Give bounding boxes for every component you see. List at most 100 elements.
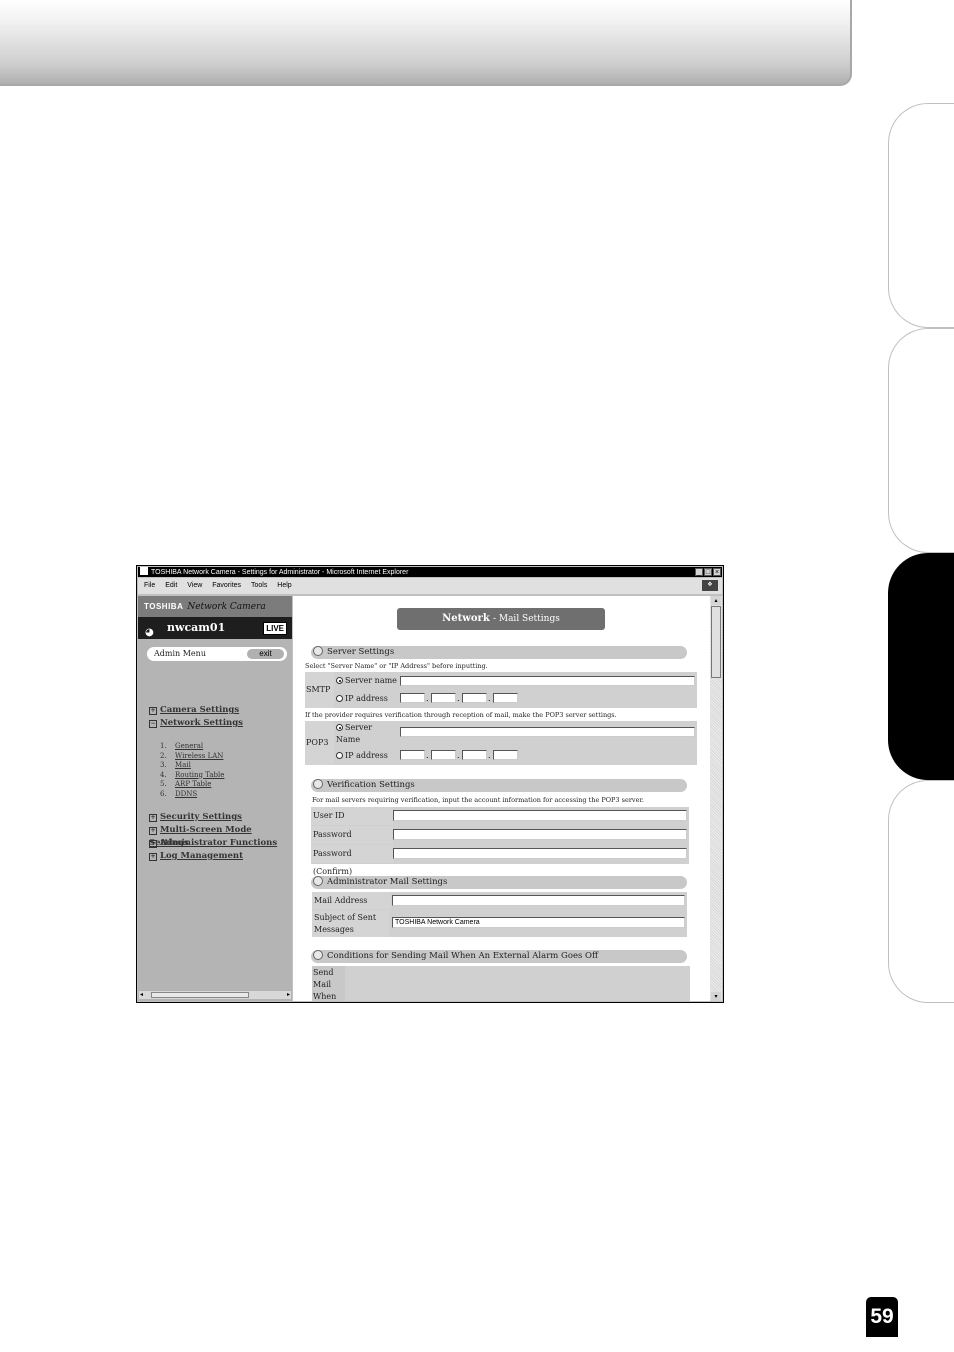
password-label: Password [311, 826, 393, 844]
menu-tools[interactable]: Tools [251, 582, 267, 589]
smtp-ip-address-option[interactable]: IP address [336, 694, 388, 703]
chapter-tab-4 [888, 780, 954, 1003]
expand-icon[interactable]: + [149, 814, 157, 822]
page-number: 59 [866, 1297, 898, 1337]
expand-icon[interactable]: + [149, 827, 157, 835]
server-settings-header: Server Settings [311, 646, 687, 659]
pop3-server-option[interactable]: Server [336, 723, 372, 732]
submenu-item-general[interactable]: 1. General [160, 742, 224, 752]
radio-unselected-icon[interactable] [336, 752, 343, 759]
scrollbar-thumb[interactable] [711, 606, 721, 678]
menu-help[interactable]: Help [277, 582, 291, 589]
settings-content: Network - Mail Settings Server Settings … [293, 596, 711, 1001]
alarm-conditions-header: Conditions for Sending Mail When An Exte… [311, 950, 687, 963]
expand-icon[interactable]: + [149, 707, 157, 715]
submenu-item-arp-table[interactable]: 5. ARP Table [160, 780, 224, 790]
minimize-button[interactable]: _ [695, 568, 703, 576]
windows-logo-icon: ❖ [702, 580, 718, 591]
smtp-label: SMTP [305, 672, 334, 708]
password-confirm-input[interactable] [393, 848, 687, 859]
live-button[interactable]: LIVE [263, 622, 287, 635]
menu-security-settings[interactable]: + Security Settings [149, 811, 242, 824]
alarm-conditions-box [312, 966, 690, 1001]
ip-separator: . [488, 751, 491, 760]
chapter-tab-3-active [888, 553, 954, 780]
verification-note: For mail servers requiring verification,… [312, 796, 644, 804]
collapse-icon[interactable]: − [149, 720, 157, 728]
brand-bar: TOSHIBA Network Camera [138, 596, 292, 617]
scrollbar-thumb[interactable] [151, 992, 249, 998]
ip-separator: . [488, 694, 491, 703]
expand-icon[interactable]: + [149, 840, 157, 848]
close-button[interactable]: × [713, 568, 721, 576]
menu-edit[interactable]: Edit [165, 582, 177, 589]
pop3-ip-octet-3[interactable] [462, 750, 487, 760]
pop3-name-label: Name [336, 735, 361, 744]
section-bullet-icon [313, 876, 323, 886]
submenu-item-wireless-lan[interactable]: 2. Wireless LAN [160, 752, 224, 762]
sidebar-horizontal-scrollbar[interactable]: ◂ ▸ [139, 991, 291, 999]
menu-view[interactable]: View [187, 582, 202, 589]
submenu-item-mail[interactable]: 3. Mail [160, 761, 224, 771]
smtp-ip-octet-1[interactable] [400, 693, 425, 703]
submenu-item-ddns[interactable]: 6. DDNS [160, 790, 224, 800]
ip-separator: . [426, 694, 429, 703]
content-vertical-scrollbar[interactable]: ▴ ▾ [710, 596, 722, 1001]
camera-name: nwcam01 [167, 621, 226, 634]
mail-address-input[interactable] [392, 895, 685, 906]
section-bullet-icon [313, 950, 323, 960]
network-submenu: 1. General 2. Wireless LAN 3. Mail 4. Routin… [160, 742, 224, 799]
window-title: TOSHIBA Network Camera - Settings for Ad… [151, 569, 409, 576]
pop3-ip-octet-1[interactable] [400, 750, 425, 760]
ip-separator: . [457, 694, 460, 703]
admin-menu-bar: Admin Menu exit [147, 647, 287, 661]
ie-app-icon [140, 567, 148, 575]
mail-address-label: Mail Address [312, 892, 391, 909]
pop3-ip-octet-4[interactable] [493, 750, 518, 760]
radio-unselected-icon[interactable] [336, 695, 343, 702]
password-input[interactable] [393, 829, 687, 840]
scroll-up-arrow-icon[interactable]: ▴ [711, 596, 721, 605]
submenu-item-routing-table[interactable]: 4. Routing Table [160, 771, 224, 781]
maximize-button[interactable]: □ [704, 568, 712, 576]
menu-log-management[interactable]: + Log Management [149, 850, 243, 863]
smtp-ip-octet-3[interactable] [462, 693, 487, 703]
expand-icon[interactable]: + [149, 853, 157, 861]
page-header-band [0, 0, 852, 86]
scroll-left-arrow-icon[interactable]: ◂ [140, 991, 143, 999]
menu-favorites[interactable]: Favorites [212, 582, 241, 589]
admin-menu-label: Admin Menu [154, 649, 206, 658]
section-bullet-icon [313, 646, 323, 656]
camera-icon: ◕ [145, 627, 154, 638]
menu-bar: File Edit View Favorites Tools Help ❖ [138, 578, 722, 594]
scroll-right-arrow-icon[interactable]: ▸ [287, 991, 290, 999]
camera-bar: ◕ nwcam01 LIVE [138, 617, 292, 639]
smtp-server-name-input[interactable] [400, 676, 695, 686]
menu-camera-settings[interactable]: + Camera Settings [149, 704, 239, 717]
pop3-server-name-input[interactable] [400, 727, 695, 737]
pop3-ip-address-option[interactable]: IP address [336, 751, 388, 760]
radio-selected-icon[interactable] [336, 724, 343, 731]
chapter-tab-2 [888, 328, 954, 553]
pop3-note: If the provider requires verification th… [305, 711, 617, 719]
ip-separator: . [457, 751, 460, 760]
menu-network-settings[interactable]: − Network Settings [149, 717, 243, 730]
browser-window: TOSHIBA Network Camera - Settings for Ad… [136, 565, 724, 1003]
exit-button[interactable]: exit [247, 649, 284, 659]
subject-input[interactable]: TOSHIBA Network Camera [392, 917, 685, 928]
window-titlebar: TOSHIBA Network Camera - Settings for Ad… [138, 567, 722, 577]
page-title: Network - Mail Settings [397, 608, 605, 630]
user-id-input[interactable] [393, 810, 687, 821]
menu-file[interactable]: File [144, 582, 155, 589]
brand-logo: TOSHIBA [144, 602, 184, 611]
smtp-ip-octet-4[interactable] [493, 693, 518, 703]
radio-selected-icon[interactable] [336, 677, 343, 684]
product-name: Network Camera [187, 602, 266, 612]
menu-administrator-functions[interactable]: + Administrator Functions [149, 837, 277, 850]
smtp-ip-octet-2[interactable] [431, 693, 456, 703]
pop3-ip-octet-2[interactable] [431, 750, 456, 760]
smtp-server-name-option[interactable]: Server name [336, 676, 397, 685]
server-settings-note: Select "Server Name" or "IP Address" bef… [305, 662, 488, 670]
scroll-down-arrow-icon[interactable]: ▾ [711, 992, 721, 1001]
send-mail-when-label: Send Mail When [312, 966, 345, 1001]
